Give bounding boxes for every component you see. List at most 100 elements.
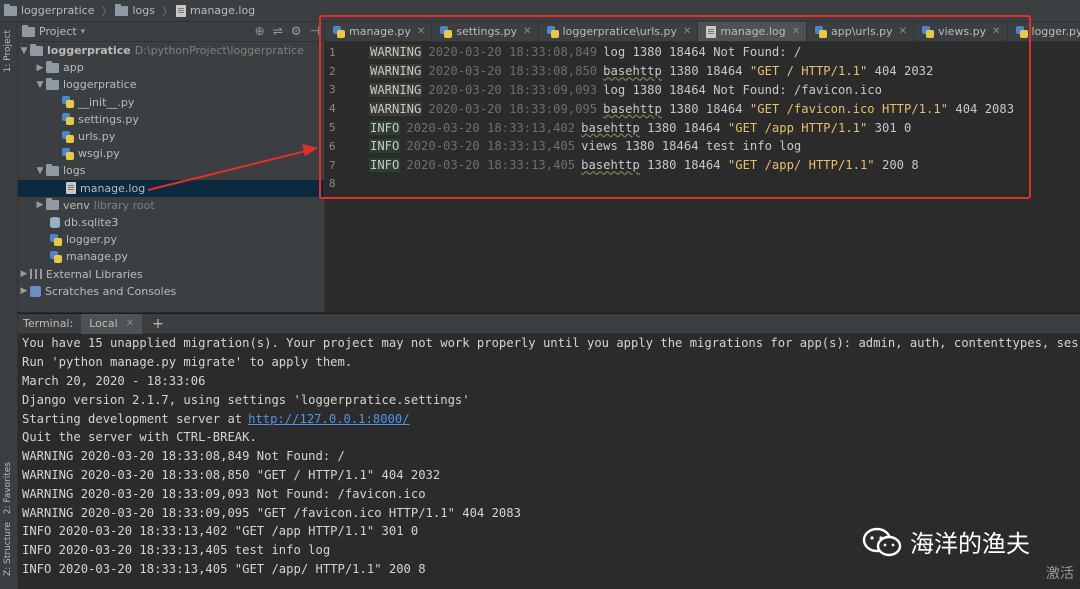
log-level: INFO: [369, 158, 401, 173]
editor-tab-bar: manage.py ✕ settings.py ✕ loggerpratice\ur…: [325, 22, 1080, 42]
close-icon[interactable]: ✕: [992, 26, 1000, 37]
tab-logger-py[interactable]: logger.py✕: [1008, 22, 1080, 41]
code-line[interactable]: 1 WARNING 2020-03-20 18:33:08,849 log 1380 …: [325, 43, 1080, 62]
new-terminal-button[interactable]: +: [152, 316, 164, 332]
breadcrumb-item-logs[interactable]: logs: [115, 3, 155, 17]
log-message: 1380 18464 Not Found: /favicon.ico: [632, 82, 882, 97]
log-logger: basehttp: [581, 120, 640, 135]
tree-item-wsgi-py[interactable]: wsgi.py: [18, 145, 324, 162]
folder-icon: [46, 77, 59, 90]
file-icon: [66, 182, 76, 195]
code-line[interactable]: 8: [325, 175, 1080, 194]
tree-item-manage-log[interactable]: manage.log: [18, 179, 324, 197]
log-request-string: "GET /favicon.ico HTTP/1.1": [749, 101, 949, 116]
tree-item-loggerpratice[interactable]: ▼ loggerpratice: [18, 76, 324, 93]
tree-item-db-sqlite3[interactable]: db.sqlite3: [18, 214, 324, 231]
code-line[interactable]: 6 INFO 2020-03-20 18:33:13,405 views 1380 1…: [325, 137, 1080, 156]
log-level: INFO: [369, 139, 401, 154]
close-icon[interactable]: ✕: [899, 26, 907, 37]
collapse-icon[interactable]: ⇌: [273, 24, 283, 38]
python-file-icon: [62, 147, 74, 160]
database-icon: [50, 216, 60, 228]
chevron-down-icon[interactable]: ▼: [34, 166, 46, 176]
log-message: 1380 18464 Not Found: /: [632, 45, 802, 60]
watermark-text: 海洋的渔夫: [910, 530, 1030, 558]
chevron-right-icon[interactable]: ▶: [34, 200, 46, 210]
code-line[interactable]: 4 WARNING 2020-03-20 18:33:09,095 basehttp …: [325, 99, 1080, 118]
server-url-link[interactable]: http://127.0.0.1:8000/: [248, 412, 409, 426]
log-status: 404 2032: [874, 64, 934, 79]
breadcrumb-separator: 〉: [161, 4, 173, 18]
tree-item-manage-py[interactable]: manage.py: [18, 248, 324, 265]
tab-local[interactable]: Local ✕: [81, 313, 143, 334]
terminal-line: WARNING 2020-03-20 18:33:08,850 "GET / H…: [22, 467, 441, 482]
log-timestamp: 2020-03-20 18:33:09,095: [428, 101, 598, 116]
log-status: 301 0: [874, 120, 912, 135]
log-message: 1380 18464 test info log: [625, 139, 802, 154]
chevron-down-icon[interactable]: ▼: [18, 46, 30, 56]
folder-icon: [4, 3, 17, 16]
project-panel: Project ▾ ⊕ ⇌ ⚙ ⊣ ▼ loggerpratice D:\pytho…: [18, 22, 324, 312]
line-number: 5: [329, 121, 336, 135]
tab-views-py[interactable]: views.py ✕: [914, 22, 1008, 41]
structure-tool-tab[interactable]: Z: Structure: [3, 522, 13, 576]
chevron-right-icon[interactable]: ▶: [18, 269, 30, 279]
gear-icon[interactable]: ⚙: [291, 24, 302, 38]
breadcrumb-item-file[interactable]: manage.log: [175, 4, 255, 17]
close-icon[interactable]: ✕: [792, 26, 800, 37]
line-number: 8: [329, 177, 336, 191]
close-icon[interactable]: ✕: [417, 26, 425, 37]
project-tool-tab[interactable]: 1: Project: [3, 30, 13, 72]
hide-icon[interactable]: ⊣: [310, 24, 320, 38]
code-line[interactable]: 7 INFO 2020-03-20 18:33:13,405 basehttp 138…: [325, 156, 1080, 175]
tab-manage-log[interactable]: manage.log ✕: [698, 22, 807, 41]
tree-item-init-py[interactable]: __init__.py: [18, 94, 324, 111]
close-icon[interactable]: ✕: [126, 318, 134, 329]
terminal-line: WARNING 2020-03-20 18:33:09,093 Not Foun…: [22, 486, 426, 501]
code-line[interactable]: 5 INFO 2020-03-20 18:33:13,402 basehttp 138…: [325, 118, 1080, 137]
python-file-icon: [62, 96, 74, 109]
tab-app-urls-py[interactable]: app\urls.py ✕: [807, 22, 915, 41]
tree-item-settings-py[interactable]: settings.py: [18, 111, 324, 128]
chevron-right-icon[interactable]: ▶: [34, 63, 46, 73]
folder-icon: [46, 163, 59, 176]
tree-item-urls-py[interactable]: urls.py: [18, 128, 324, 145]
tab-manage-py[interactable]: manage.py ✕: [325, 22, 433, 41]
log-logger: basehttp: [581, 158, 640, 173]
wechat-icon: [862, 527, 902, 556]
log-level: WARNING: [369, 45, 423, 60]
tree-item-logs[interactable]: ▼ logs: [18, 162, 324, 179]
library-icon: [30, 269, 42, 280]
terminal-label: Terminal:: [23, 317, 74, 330]
favorites-tool-tab[interactable]: 2: Favorites: [3, 462, 13, 514]
python-file-icon: [814, 25, 827, 38]
tree-item-app[interactable]: ▶ app: [18, 59, 324, 76]
log-timestamp: 2020-03-20 18:33:08,849: [428, 45, 598, 60]
tab-settings-py[interactable]: settings.py ✕: [432, 22, 539, 41]
locate-icon[interactable]: ⊕: [255, 24, 265, 38]
tree-item-logger-py[interactable]: logger.py: [18, 231, 324, 248]
close-icon[interactable]: ✕: [523, 26, 531, 37]
python-file-icon: [62, 130, 74, 143]
dropdown-icon[interactable]: ▾: [81, 27, 86, 37]
terminal-line: WARNING 2020-03-20 18:33:09,095 "GET /fa…: [22, 505, 521, 520]
code-area[interactable]: 1 WARNING 2020-03-20 18:33:08,849 log 1380 …: [325, 42, 1080, 193]
tree-item-scratches[interactable]: ▶ Scratches and Consoles: [18, 283, 324, 300]
code-line[interactable]: 3 WARNING 2020-03-20 18:33:09,093 log 1380 …: [325, 81, 1080, 100]
log-request-string: "GET /app/ HTTP/1.1": [727, 158, 875, 173]
tree-item-project-root[interactable]: ▼ loggerpratice D:\pythonProject\loggerpra…: [18, 42, 324, 59]
project-panel-title[interactable]: Project: [39, 25, 77, 38]
tab-loggerpratice-urls-py[interactable]: loggerpratice\urls.py ✕: [539, 22, 699, 41]
code-line[interactable]: 2 WARNING 2020-03-20 18:33:08,850 basehttp …: [325, 62, 1080, 81]
terminal-line: Django version 2.1.7, using settings 'lo…: [22, 392, 470, 407]
chevron-down-icon[interactable]: ▼: [34, 80, 46, 90]
tree-item-external-libraries[interactable]: ▶ External Libraries: [18, 265, 324, 282]
chevron-right-icon[interactable]: ▶: [18, 286, 30, 296]
left-tool-strip: 1: Project 2: Favorites Z: Structure: [0, 22, 18, 589]
tree-item-venv[interactable]: ▶ venv library root: [18, 197, 324, 214]
close-icon[interactable]: ✕: [683, 26, 691, 37]
log-logger: basehttp: [603, 64, 662, 79]
log-message: 1380 18464: [647, 120, 721, 135]
breadcrumb-item-project[interactable]: loggerpratice: [4, 3, 94, 17]
log-logger: basehttp: [603, 101, 662, 116]
